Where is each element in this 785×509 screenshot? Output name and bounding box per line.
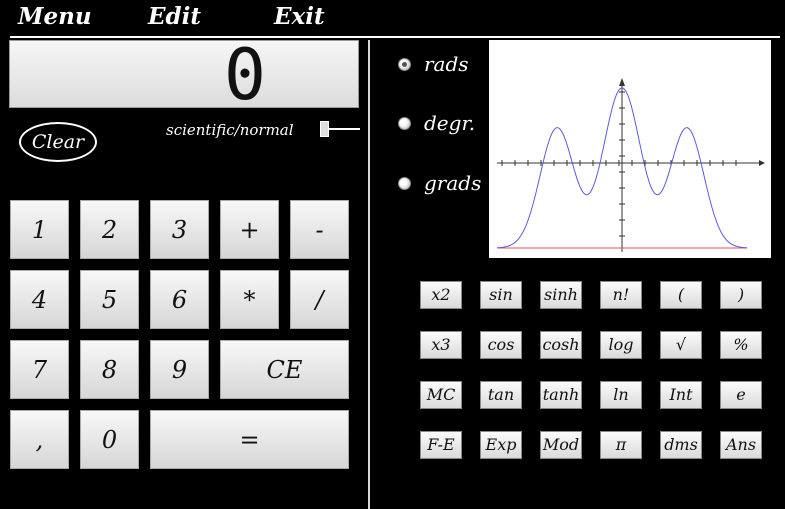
clear-button[interactable]: Clear bbox=[19, 122, 97, 162]
key-minus[interactable]: - bbox=[290, 200, 349, 259]
key-8[interactable]: 8 bbox=[80, 340, 139, 399]
mode-label: scientific/normal bbox=[166, 121, 294, 139]
sci-key[interactable]: ln bbox=[600, 381, 642, 409]
sci-key[interactable]: MC bbox=[420, 381, 462, 409]
key-6[interactable]: 6 bbox=[150, 270, 209, 329]
display-panel: 0 bbox=[9, 35, 359, 115]
sci-key[interactable]: ) bbox=[720, 281, 762, 309]
sci-key[interactable]: dms bbox=[660, 431, 702, 459]
radio-dot[interactable] bbox=[398, 117, 411, 130]
key-divide[interactable]: / bbox=[290, 270, 349, 329]
sci-key[interactable]: n! bbox=[600, 281, 642, 309]
key-4[interactable]: 4 bbox=[10, 270, 69, 329]
sci-key[interactable]: log bbox=[600, 331, 642, 359]
key-2[interactable]: 2 bbox=[80, 200, 139, 259]
display-value: 0 bbox=[223, 34, 266, 116]
menu-exit[interactable]: Exit bbox=[274, 3, 325, 30]
sci-key[interactable]: Ans bbox=[720, 431, 762, 459]
sci-key[interactable]: ( bbox=[660, 281, 702, 309]
menu-menu[interactable]: Menu bbox=[18, 3, 92, 30]
radio-label-rads: rads bbox=[424, 52, 469, 76]
sci-key[interactable]: x3 bbox=[420, 331, 462, 359]
key-multiply[interactable]: * bbox=[220, 270, 279, 329]
sci-key[interactable]: F-E bbox=[420, 431, 462, 459]
radio-dot-checked[interactable] bbox=[398, 58, 411, 71]
key-5[interactable]: 5 bbox=[80, 270, 139, 329]
sci-key[interactable]: sin bbox=[480, 281, 522, 309]
radio-label-degr: degr. bbox=[424, 111, 476, 135]
function-graph bbox=[489, 40, 771, 258]
key-3[interactable]: 3 bbox=[150, 200, 209, 259]
key-9[interactable]: 9 bbox=[150, 340, 209, 399]
key-7[interactable]: 7 bbox=[10, 340, 69, 399]
x-axis-arrow-icon bbox=[759, 160, 765, 166]
menu-bar: Menu Edit Exit bbox=[0, 0, 785, 36]
sci-key[interactable]: tanh bbox=[540, 381, 582, 409]
sci-key[interactable]: Int bbox=[660, 381, 702, 409]
sci-key[interactable]: sinh bbox=[540, 281, 582, 309]
sci-key[interactable]: % bbox=[720, 331, 762, 359]
sci-key[interactable]: x2 bbox=[420, 281, 462, 309]
menu-separator bbox=[10, 36, 780, 38]
menu-edit[interactable]: Edit bbox=[148, 3, 201, 30]
sci-key[interactable]: Mod bbox=[540, 431, 582, 459]
key-plus[interactable]: + bbox=[220, 200, 279, 259]
radio-label-grads: grads bbox=[424, 171, 482, 195]
sci-key[interactable]: π bbox=[600, 431, 642, 459]
key-ce[interactable]: CE bbox=[220, 340, 349, 399]
graph-plot bbox=[496, 78, 765, 252]
sci-key[interactable]: tan bbox=[480, 381, 522, 409]
y-axis-arrow-icon bbox=[619, 78, 625, 86]
sci-key[interactable]: e bbox=[720, 381, 762, 409]
sci-key[interactable]: cos bbox=[480, 331, 522, 359]
panel-divider bbox=[368, 40, 370, 509]
mode-slider-handle[interactable] bbox=[320, 121, 329, 137]
key-equals[interactable]: = bbox=[150, 410, 349, 469]
sci-key[interactable]: Exp bbox=[480, 431, 522, 459]
sci-key[interactable]: √ bbox=[660, 331, 702, 359]
key-0[interactable]: 0 bbox=[80, 410, 139, 469]
key-comma[interactable]: , bbox=[10, 410, 69, 469]
radio-dot[interactable] bbox=[398, 177, 411, 190]
key-1[interactable]: 1 bbox=[10, 200, 69, 259]
sci-key[interactable]: cosh bbox=[540, 331, 582, 359]
